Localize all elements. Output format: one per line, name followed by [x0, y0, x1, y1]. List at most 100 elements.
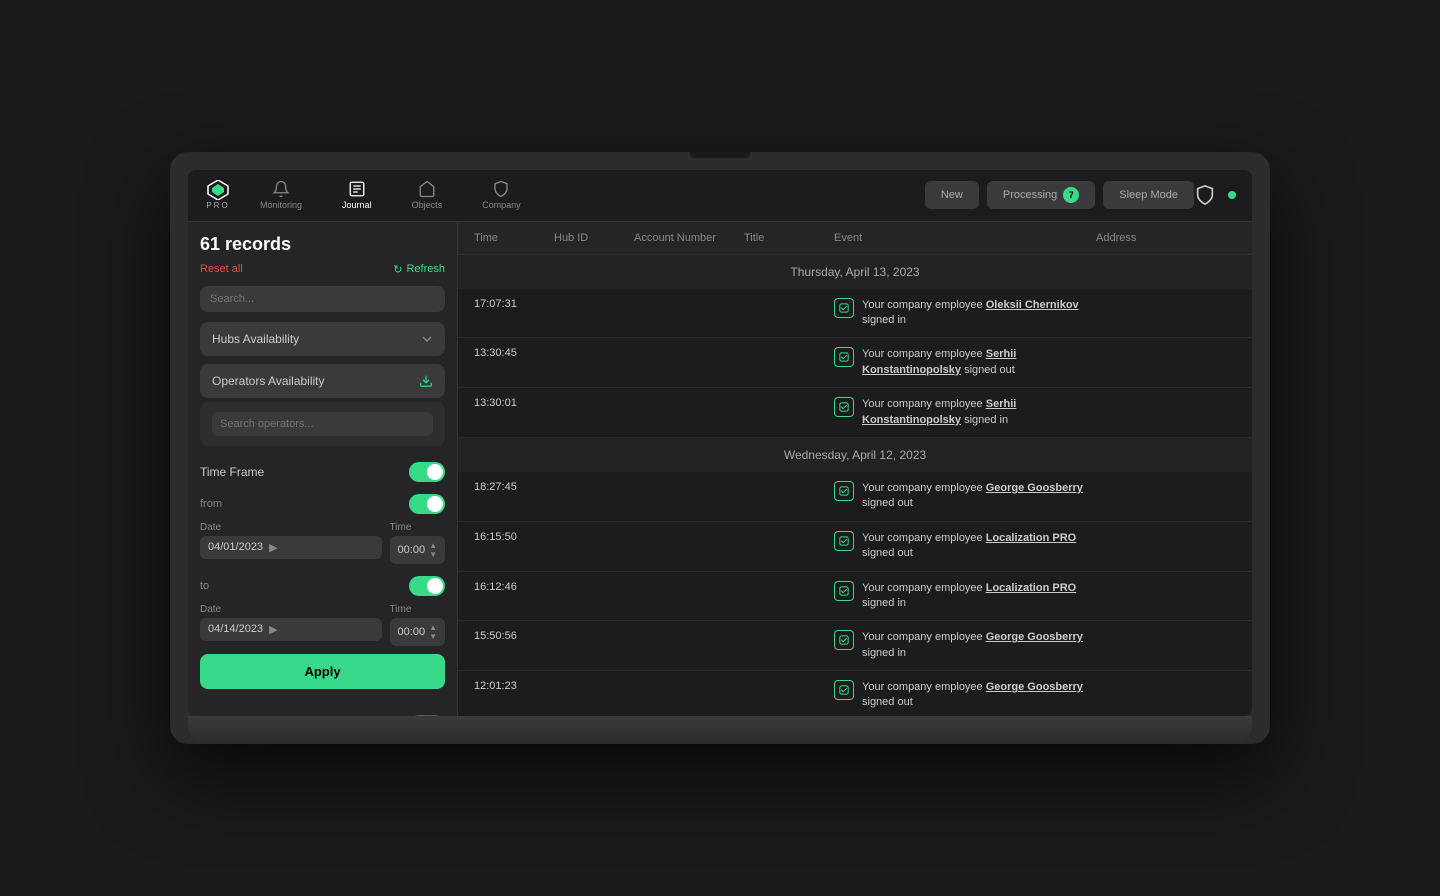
row-event: Your company employee Serhii Konstantino…	[834, 397, 1096, 428]
row-time: 13:30:45	[474, 347, 554, 359]
from-date-field[interactable]: 04/01/2023 ▶	[200, 536, 382, 559]
nav-objects-label: Objects	[412, 200, 443, 210]
table-row[interactable]: 13:30:45 Your company employee Serhii Ko…	[458, 338, 1252, 388]
from-date-label: Date	[200, 522, 382, 533]
sidebar: 61 records Reset all ↻ Refresh Hubs Avai…	[188, 222, 458, 717]
table-row[interactable]: 18:27:45 Your company employee George Go…	[458, 472, 1252, 522]
col-time-header: Time	[474, 232, 554, 244]
from-time-value: 00:00	[398, 544, 426, 556]
row-time: 15:50:56	[474, 630, 554, 642]
from-time-field[interactable]: 00:00 ▲ ▼	[390, 536, 445, 564]
sleep-mode-button[interactable]: Sleep Mode	[1103, 181, 1194, 209]
main-content: 61 records Reset all ↻ Refresh Hubs Avai…	[188, 222, 1252, 717]
refresh-button[interactable]: ↻ Refresh	[393, 263, 445, 276]
from-time-label: Time	[390, 522, 445, 533]
row-time: 12:01:23	[474, 680, 554, 692]
account-number-toggle[interactable]	[409, 715, 445, 717]
from-toggle[interactable]	[409, 494, 445, 514]
to-label: to	[200, 580, 209, 592]
row-time: 17:07:31	[474, 298, 554, 310]
processing-button[interactable]: Processing 7	[987, 181, 1095, 209]
operators-availability-section: Operators Availability	[200, 364, 445, 446]
from-time-arrows[interactable]: ▲ ▼	[429, 541, 437, 559]
nav-item-objects[interactable]: Objects	[404, 174, 451, 216]
from-row: from	[200, 490, 445, 522]
nav-item-journal[interactable]: Journal	[334, 174, 380, 216]
from-label: from	[200, 498, 222, 510]
to-date-field[interactable]: 04/14/2023 ▶	[200, 618, 382, 641]
nav-item-monitoring[interactable]: Monitoring	[252, 174, 310, 216]
event-text: Your company employee Localization PRO s…	[862, 581, 1096, 612]
col-account-header: Account Number	[634, 232, 744, 244]
journal-body: Thursday, April 13, 2023 17:07:31 Your c…	[458, 255, 1252, 717]
nav-items: Monitoring Journal	[252, 174, 925, 216]
table-row[interactable]: 13:30:01 Your company employee Serhii Ko…	[458, 388, 1252, 438]
table-row[interactable]: 16:15:50 Your company employee Localizat…	[458, 522, 1252, 572]
nav-right	[1194, 184, 1236, 206]
date-separator: Wednesday, April 12, 2023	[458, 438, 1252, 472]
nav-center-buttons: New Processing 7 Sleep Mode	[925, 181, 1194, 209]
col-event-header: Event	[834, 232, 1096, 244]
hubs-availability-filter[interactable]: Hubs Availability	[200, 322, 445, 356]
to-time-arrows[interactable]: ▲ ▼	[429, 623, 437, 641]
refresh-icon: ↻	[393, 263, 402, 276]
reset-all-button[interactable]: Reset all	[200, 263, 243, 275]
time-frame-label: Time Frame	[200, 465, 264, 479]
nav-journal-label: Journal	[342, 200, 372, 210]
table-row[interactable]: 15:50:56 Your company employee George Go…	[458, 621, 1252, 671]
sidebar-actions: Reset all ↻ Refresh	[200, 263, 445, 276]
event-icon	[834, 397, 854, 417]
col-address-header: Address	[1096, 232, 1236, 244]
logo-pro-text: PRO	[206, 201, 229, 210]
apply-button[interactable]: Apply	[200, 654, 445, 689]
event-text: Your company employee Localization PRO s…	[862, 531, 1096, 562]
to-time-value: 00:00	[398, 626, 426, 638]
new-button[interactable]: New	[925, 181, 979, 209]
to-date-time-row: Date 04/14/2023 ▶ Time 00:00	[200, 604, 445, 646]
to-date-label: Date	[200, 604, 382, 615]
from-date-time-row: Date 04/01/2023 ▶ Time 00:00	[200, 522, 445, 564]
search-input[interactable]	[200, 286, 445, 312]
time-frame-toggle[interactable]	[409, 462, 445, 482]
processing-label: Processing	[1003, 189, 1057, 201]
to-row: to	[200, 572, 445, 604]
to-time-field[interactable]: 00:00 ▲ ▼	[390, 618, 445, 646]
event-text: Your company employee Serhii Konstantino…	[862, 397, 1096, 428]
online-status-dot	[1228, 191, 1236, 199]
shield-icon	[1194, 184, 1216, 206]
hubs-availability-section: Hubs Availability	[200, 322, 445, 356]
from-date-value: 04/01/2023	[208, 541, 263, 553]
row-event: Your company employee Localization PRO s…	[834, 531, 1096, 562]
row-time: 13:30:01	[474, 397, 554, 409]
row-time: 16:15:50	[474, 531, 554, 543]
operators-search-input[interactable]	[212, 412, 433, 436]
row-event: Your company employee Serhii Konstantino…	[834, 347, 1096, 378]
logo: PRO	[204, 180, 232, 210]
col-hubid-header: Hub ID	[554, 232, 634, 244]
table-row[interactable]: 12:01:23 Your company employee George Go…	[458, 671, 1252, 716]
event-icon	[834, 481, 854, 501]
time-frame-header: Time Frame	[200, 454, 445, 490]
event-text: Your company employee George Goosberry s…	[862, 630, 1096, 661]
to-toggle[interactable]	[409, 576, 445, 596]
row-time: 18:27:45	[474, 481, 554, 493]
event-icon	[834, 347, 854, 367]
operators-availability-filter[interactable]: Operators Availability	[200, 364, 445, 398]
top-nav: PRO Monitoring	[188, 170, 1252, 222]
table-row[interactable]: 16:12:46 Your company employee Localizat…	[458, 572, 1252, 622]
to-time-label: Time	[390, 604, 445, 615]
nav-monitoring-label: Monitoring	[260, 200, 302, 210]
processing-badge: 7	[1063, 187, 1079, 203]
refresh-label: Refresh	[406, 263, 445, 275]
to-date-arrow: ▶	[269, 623, 277, 636]
nav-item-company[interactable]: Company	[474, 174, 529, 216]
event-icon	[834, 298, 854, 318]
hubs-availability-label: Hubs Availability	[212, 332, 299, 346]
table-row[interactable]: 17:07:31 Your company employee Oleksii C…	[458, 289, 1252, 339]
account-number-section: Account Number	[200, 707, 445, 717]
journal-area: Time Hub ID Account Number Title Event A…	[458, 222, 1252, 717]
time-frame-section: Time Frame from Date 04/	[200, 454, 445, 699]
event-icon	[834, 531, 854, 551]
row-event: Your company employee George Goosberry s…	[834, 481, 1096, 512]
from-date-arrow: ▶	[269, 541, 277, 554]
